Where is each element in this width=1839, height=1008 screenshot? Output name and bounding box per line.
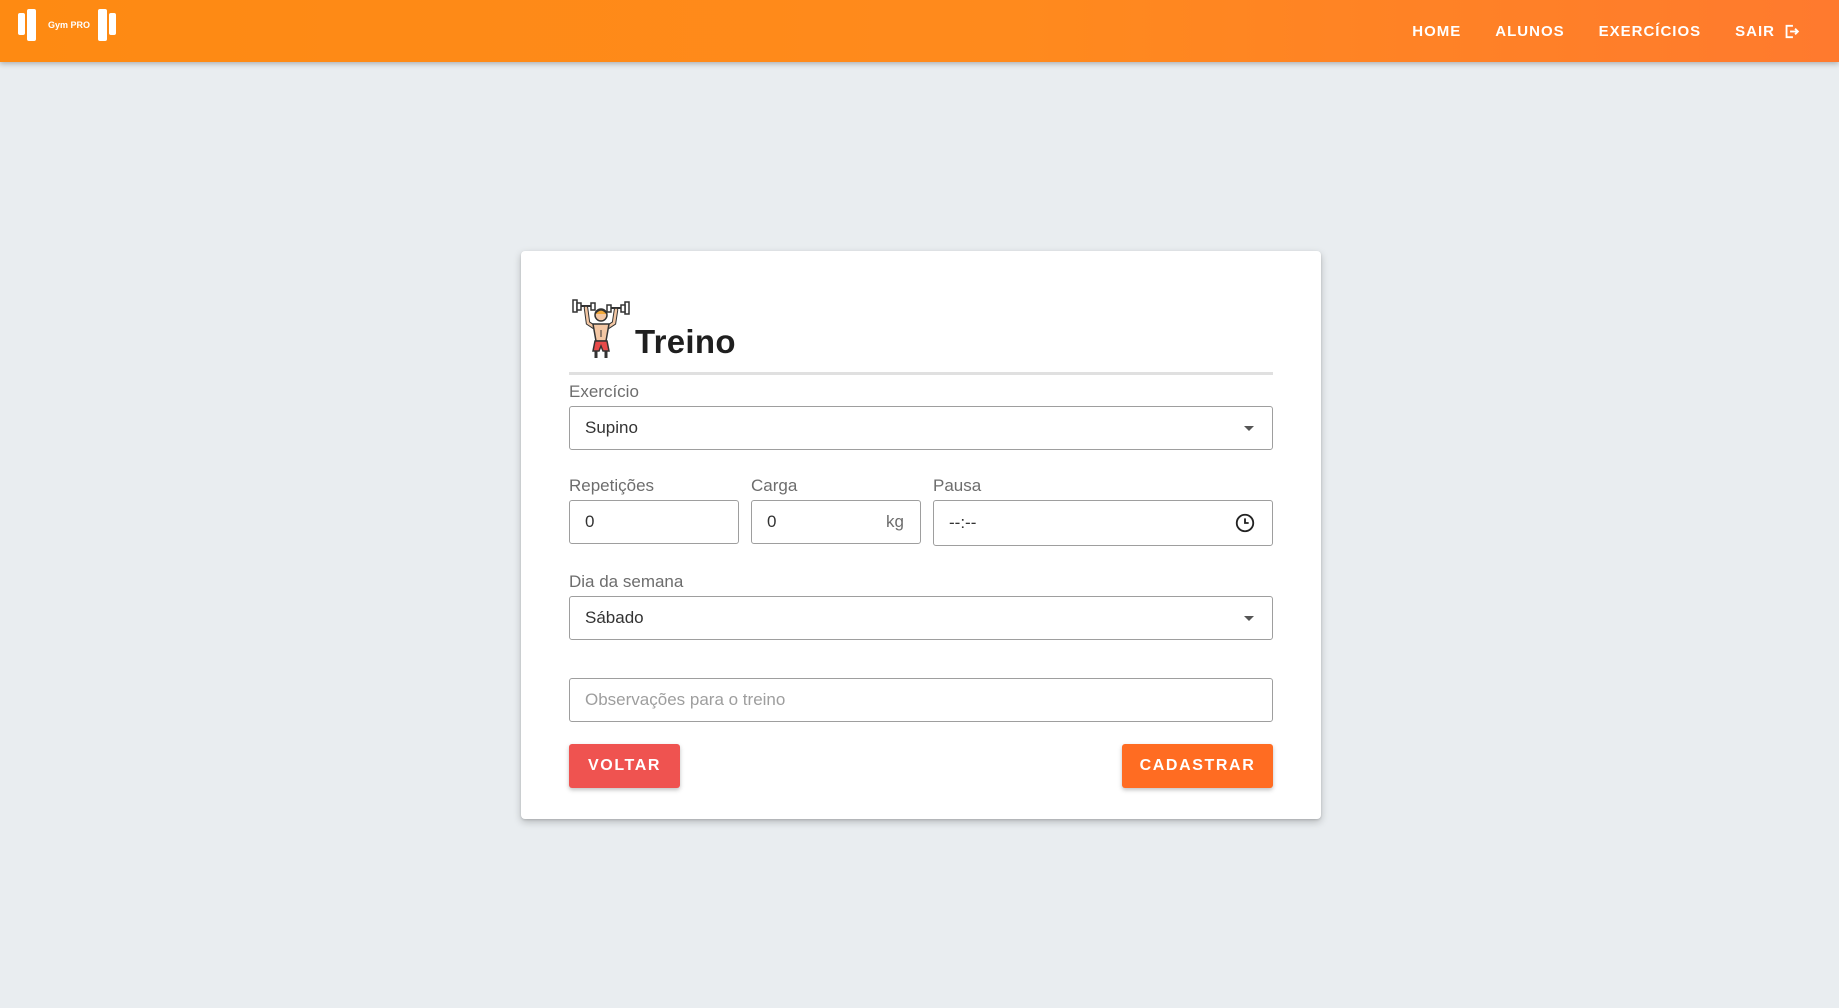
reps-input[interactable]: 0 — [569, 500, 739, 544]
load-unit: kg — [886, 512, 904, 531]
back-button[interactable]: VOLTAR — [569, 744, 680, 788]
load-input[interactable]: 0 kg — [751, 500, 921, 544]
load-label: Carga — [751, 476, 798, 495]
training-form-card: Treino Exercício Supino Repetições 0 Car… — [521, 251, 1321, 819]
weekday-label: Dia da semana — [569, 572, 684, 591]
pause-input-value: --:-- — [949, 513, 977, 532]
pause-time-input[interactable]: --:-- — [933, 500, 1273, 546]
pause-label: Pausa — [933, 476, 982, 495]
weekday-select[interactable]: Sábado — [569, 596, 1273, 640]
form-title: Treino — [635, 323, 736, 360]
nav-menu: HOME ALUNOS EXERCÍCIOS SAIR — [1395, 0, 1817, 62]
nav-alunos[interactable]: ALUNOS — [1478, 23, 1581, 40]
brand-name: Gym PRO — [48, 20, 91, 30]
clock-icon[interactable] — [1234, 512, 1256, 534]
nav-sair-label: SAIR — [1735, 22, 1775, 40]
exercise-label: Exercício — [569, 382, 639, 401]
load-input-value: 0 — [767, 512, 777, 531]
logout-icon — [1785, 24, 1800, 38]
nav-sair[interactable]: SAIR — [1718, 23, 1817, 40]
notes-input[interactable]: Observações para o treino — [569, 678, 1273, 722]
chevron-down-icon — [1244, 425, 1254, 431]
brand-logo[interactable]: Gym PRO — [18, 9, 122, 41]
exercise-select[interactable]: Supino — [569, 406, 1273, 450]
notes-placeholder: Observações para o treino — [585, 690, 786, 709]
barbell-logo-icon — [18, 13, 25, 35]
top-navbar: Gym PRO HOME ALUNOS EXERCÍCIOS SAIR — [0, 0, 1839, 62]
exercise-select-value: Supino — [585, 418, 638, 437]
nav-home[interactable]: HOME — [1395, 23, 1478, 40]
form-header: Treino — [569, 297, 1273, 375]
weekday-select-value: Sábado — [585, 608, 644, 627]
nav-exercicios[interactable]: EXERCÍCIOS — [1582, 23, 1719, 40]
reps-input-value: 0 — [585, 512, 595, 531]
chevron-down-icon — [1244, 615, 1254, 621]
reps-label: Repetições — [569, 476, 655, 495]
weightlifter-icon — [572, 299, 630, 358]
submit-button[interactable]: CADASTRAR — [1122, 744, 1273, 788]
